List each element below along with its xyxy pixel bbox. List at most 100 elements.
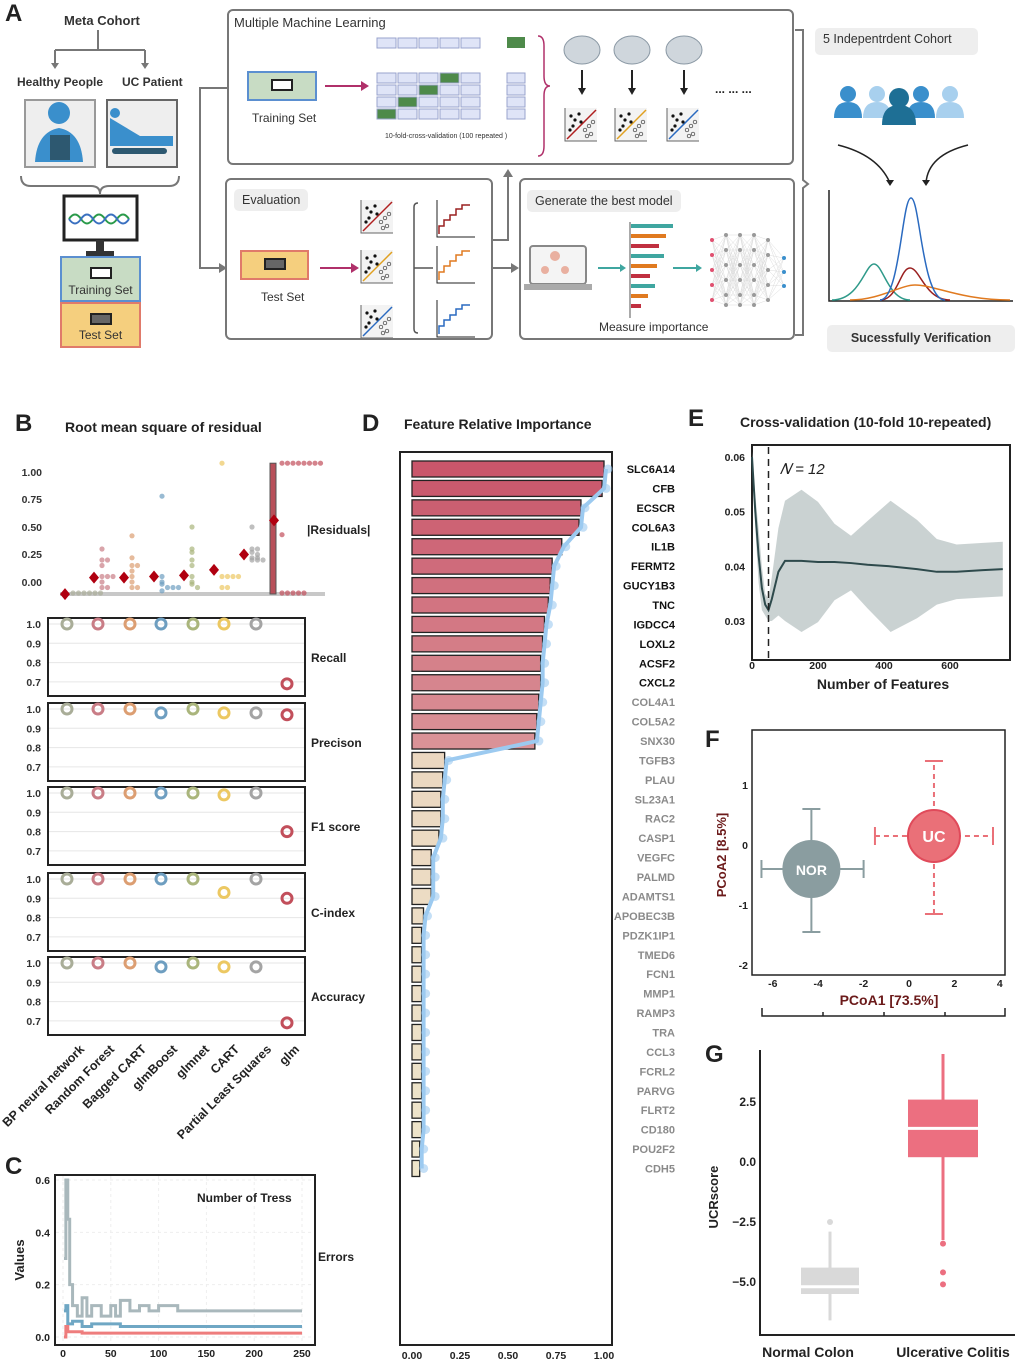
residual-dot — [92, 590, 98, 596]
residual-dot — [189, 562, 195, 569]
residual-dot — [301, 460, 307, 466]
curve-point — [540, 658, 550, 668]
residual-dot — [290, 590, 296, 596]
residual-dot — [312, 460, 318, 466]
importance-bar — [411, 615, 546, 634]
y-tick-label: 0.75 — [22, 494, 43, 506]
curve-point — [421, 1105, 431, 1115]
importance-bar — [411, 848, 432, 867]
residual-dot — [129, 555, 135, 561]
feature-label: SL23A1 — [635, 794, 675, 806]
residual-dot — [224, 573, 231, 580]
x-tick-label: -4 — [814, 978, 823, 990]
y-tick-label: 0.9 — [26, 638, 41, 650]
outlier — [827, 1219, 833, 1225]
x-tick-label: 4 — [997, 978, 1003, 990]
residual-dot — [295, 590, 302, 596]
curve-point — [423, 911, 433, 921]
importance-bar — [411, 790, 442, 808]
y-tick-label: 0.00 — [22, 577, 43, 589]
importance-bar — [411, 868, 432, 886]
importance-bar — [411, 557, 553, 575]
importance-bar — [411, 829, 440, 847]
feature-label: RAC2 — [645, 814, 675, 826]
model-label: glmnet — [173, 1042, 212, 1081]
feature-label: COL4A1 — [632, 697, 675, 709]
residual-dot — [254, 557, 261, 563]
bottom-bracket — [761, 1008, 1006, 1017]
importance-bar — [411, 693, 540, 711]
y-axis-label: PCoA2 [8.5%] — [714, 813, 729, 898]
y-tick-label: 0.7 — [26, 677, 41, 689]
residual-dot — [159, 573, 165, 580]
outlier — [940, 1240, 946, 1247]
importance-bar — [411, 1043, 423, 1061]
residual-dot — [134, 584, 141, 591]
residual-dot — [224, 584, 231, 591]
feature-label: ECSCR — [636, 503, 675, 515]
curve-point — [542, 639, 552, 649]
curve-point — [430, 853, 440, 863]
errors-chart: 0 50 100 150 200 250 0.6 0.4 0.2 0.0 Number of Tre… — [12, 1174, 354, 1360]
residual-dot — [290, 460, 296, 466]
feature-label: PDZK1IP1 — [622, 930, 675, 942]
feature-label: CASP1 — [638, 833, 675, 845]
x-tick-label: -2 — [859, 978, 868, 990]
mean-diamond — [89, 571, 99, 584]
x-tick-label: 1.00 — [594, 1350, 615, 1362]
y-tick-label: 0.03 — [725, 616, 746, 628]
residual-dot — [249, 557, 255, 563]
residual-dot — [317, 460, 324, 466]
feature-label: FLRT2 — [641, 1105, 675, 1117]
residual-dot — [86, 590, 93, 596]
residual-dot — [219, 584, 225, 591]
residual-dot — [189, 573, 195, 580]
y-tick-label: 1.0 — [26, 958, 41, 970]
metric-frame — [47, 956, 306, 1036]
y-tick-label: 0.7 — [26, 762, 41, 774]
residual-dot — [189, 549, 195, 555]
y-tick-label: 0.7 — [26, 1016, 41, 1028]
charts-layer: Root mean square of residual1.000.750.50… — [0, 414, 1015, 1362]
y-tick-label: 0.8 — [26, 997, 41, 1009]
curve-point — [419, 1163, 429, 1173]
residuals-chart: Root mean square of residual 1.00 0.75 0.50… — [22, 419, 370, 601]
curve-point — [421, 1047, 431, 1057]
x-axis-label: PCoA1 [73.5%] — [840, 992, 939, 1008]
curve-point — [578, 522, 588, 532]
residual-dot — [194, 584, 201, 591]
residual-dot — [159, 581, 165, 587]
curve-point — [430, 872, 440, 882]
importance-bar — [411, 499, 582, 517]
importance-bar — [411, 712, 538, 731]
residual-dot — [99, 573, 105, 580]
importance-bar — [411, 479, 603, 498]
importance-bar — [411, 1004, 423, 1022]
x-tick-label: -6 — [768, 978, 777, 990]
residual-dot — [129, 573, 135, 580]
importance-bar — [411, 518, 580, 536]
feature-label: CDH5 — [645, 1163, 675, 1175]
x-tick-label: 0 — [906, 978, 912, 990]
y-tick-label: 0.7 — [26, 846, 41, 858]
importance-bar — [411, 1140, 421, 1158]
feature-label: ACSF2 — [639, 658, 675, 670]
residual-dot — [75, 590, 82, 596]
importance-chart: Feature Relative Importance SLC6A14 CFB ECS… — [399, 416, 676, 1362]
mean-diamond — [149, 570, 159, 583]
metric-label: F1 score — [311, 820, 361, 834]
residual-dot — [129, 584, 135, 591]
residuals-title: Root mean square of residual — [65, 419, 262, 435]
mean-diamond — [239, 548, 249, 561]
x-tick-label: 0.25 — [450, 1350, 471, 1362]
residual-dot — [279, 460, 285, 466]
residual-dot — [219, 460, 225, 466]
y-tick-label: 1.00 — [22, 467, 43, 479]
importance-bar — [411, 674, 542, 692]
residual-dot — [99, 579, 105, 585]
feature-label: POU2F2 — [632, 1144, 675, 1156]
y-tick-label: 0.4 — [35, 1227, 50, 1239]
feature-label: IL1B — [651, 542, 675, 554]
curve-point — [547, 600, 557, 610]
model-label: glm — [276, 1042, 302, 1068]
